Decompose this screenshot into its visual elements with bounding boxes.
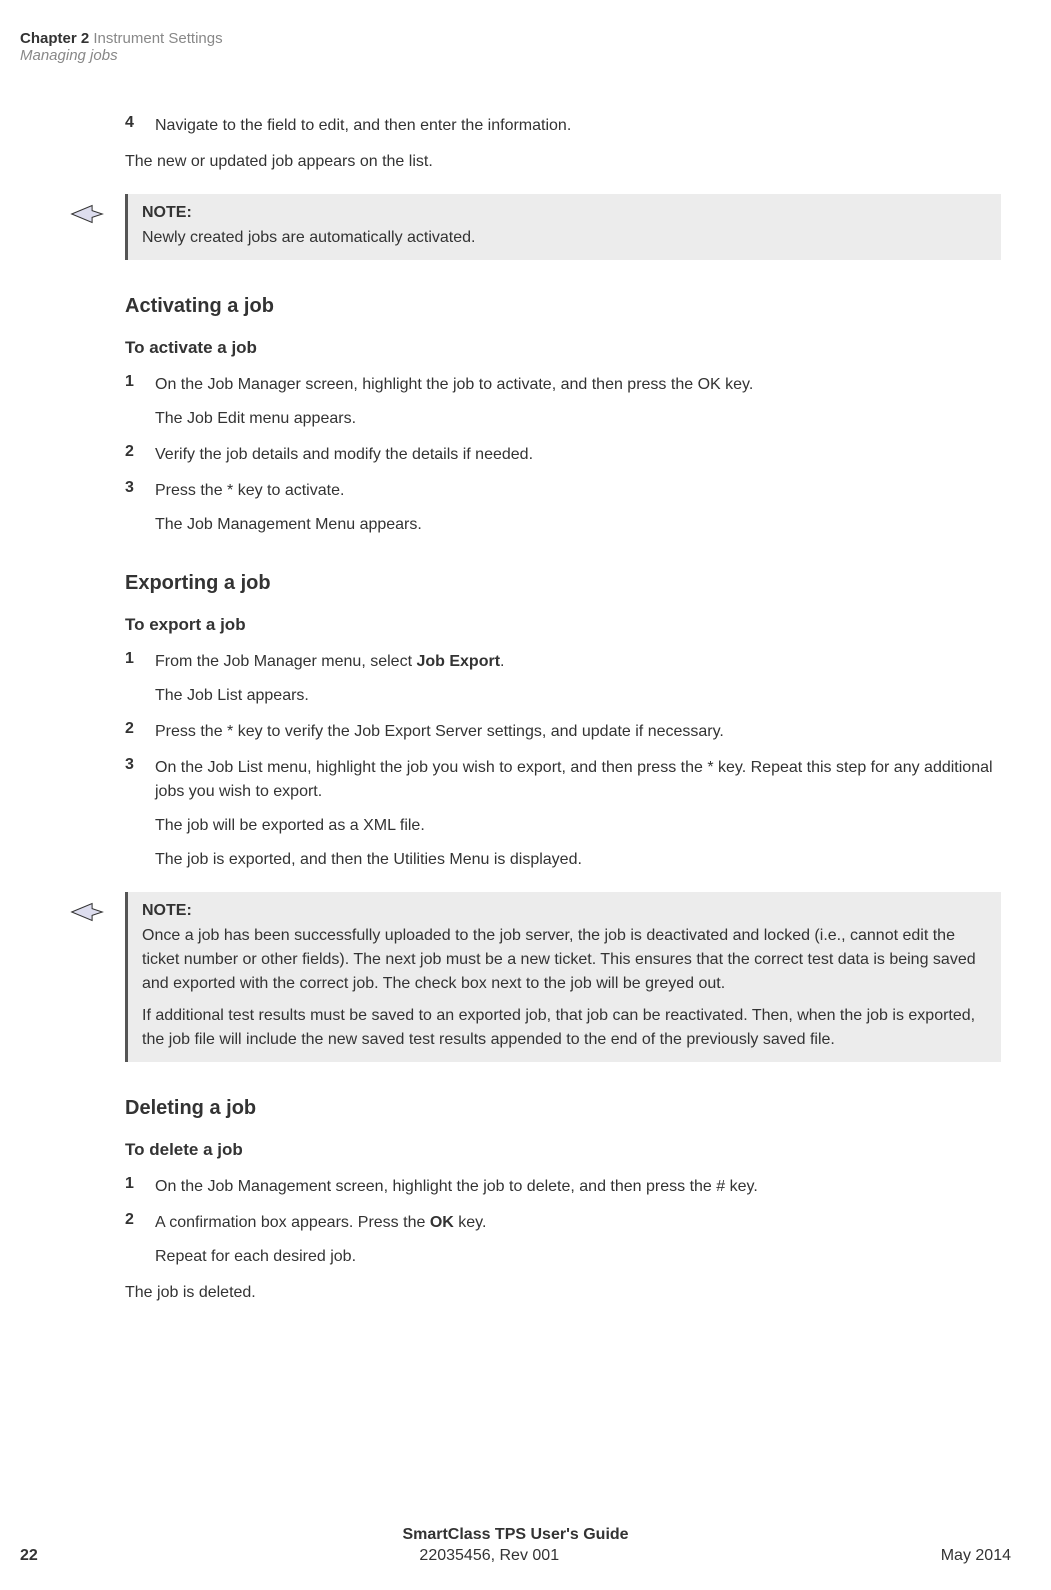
step-text: On the Job List menu, highlight the job … [155, 756, 1001, 804]
note-title: NOTE: [142, 902, 987, 920]
text-bold: OK [430, 1214, 454, 1231]
step-result: Repeat for each desired job. [155, 1245, 1001, 1269]
step-result-2: The job is exported, and then the Utilit… [155, 848, 1001, 872]
step-result: The Job Edit menu appears. [155, 407, 1001, 431]
step-number: 1 [125, 650, 155, 674]
step-number: 2 [125, 1211, 155, 1235]
footer-docnum: 22035456, Rev 001 [419, 1547, 559, 1565]
step-number: 3 [125, 479, 155, 503]
section-heading-deleting: Deleting a job [125, 1097, 1001, 1120]
step-text: Press the * key to activate. [155, 479, 344, 503]
step-number: 2 [125, 443, 155, 467]
sub-heading-export: To export a job [125, 615, 1001, 635]
note-block-2: NOTE: Once a job has been successfully u… [70, 892, 1001, 1062]
sub-heading-activate: To activate a job [125, 338, 1001, 358]
step-text: On the Job Manager screen, highlight the… [155, 373, 753, 397]
export-step-1: 1 From the Job Manager menu, select Job … [125, 650, 1001, 708]
delete-step-2: 2 A confirmation box appears. Press the … [125, 1211, 1001, 1269]
arrow-icon [70, 900, 110, 1062]
step-text: Verify the job details and modify the de… [155, 443, 533, 467]
text-bold: Job Export [416, 653, 500, 670]
result-text: The new or updated job appears on the li… [125, 150, 1001, 174]
chapter-title: Instrument Settings [93, 30, 222, 47]
section-heading-activating: Activating a job [125, 295, 1001, 318]
note-box: NOTE: Newly created jobs are automatical… [125, 194, 1001, 260]
delete-step-1: 1 On the Job Management screen, highligh… [125, 1175, 1001, 1199]
note-body-2: If additional test results must be saved… [142, 1004, 987, 1052]
note-title: NOTE: [142, 204, 987, 222]
step-number: 3 [125, 756, 155, 804]
step-text: A confirmation box appears. Press the OK… [155, 1211, 486, 1235]
note-box: NOTE: Once a job has been successfully u… [125, 892, 1001, 1062]
step-4: 4 Navigate to the field to edit, and the… [125, 114, 1001, 138]
note-body: Newly created jobs are automatically act… [142, 226, 987, 250]
step-number: 1 [125, 1175, 155, 1199]
page-footer: SmartClass TPS User's Guide 22 22035456,… [20, 1526, 1011, 1565]
note-body-1: Once a job has been successfully uploade… [142, 924, 987, 996]
step-number: 4 [125, 114, 155, 138]
text-post: . [500, 653, 504, 670]
activate-step-3: 3 Press the * key to activate. The Job M… [125, 479, 1001, 537]
step-text: On the Job Management screen, highlight … [155, 1175, 758, 1199]
delete-result: The job is deleted. [125, 1281, 1001, 1305]
text-post: key. [454, 1214, 487, 1231]
footer-page-number: 22 [20, 1547, 38, 1565]
activate-step-2: 2 Verify the job details and modify the … [125, 443, 1001, 467]
step-text: Press the * key to verify the Job Export… [155, 720, 724, 744]
chapter-line: Chapter 2 Instrument Settings [20, 30, 1011, 47]
text-pre: A confirmation box appears. Press the [155, 1214, 430, 1231]
step-text: From the Job Manager menu, select Job Ex… [155, 650, 504, 674]
sub-heading-delete: To delete a job [125, 1140, 1001, 1160]
activate-step-1: 1 On the Job Manager screen, highlight t… [125, 373, 1001, 431]
step-result: The job will be exported as a XML file. [155, 814, 1001, 838]
step-result: The Job List appears. [155, 684, 1001, 708]
export-step-3: 3 On the Job List menu, highlight the jo… [125, 756, 1001, 872]
footer-date: May 2014 [941, 1547, 1011, 1565]
note-block-1: NOTE: Newly created jobs are automatical… [70, 194, 1001, 260]
text-pre: From the Job Manager menu, select [155, 653, 416, 670]
footer-title: SmartClass TPS User's Guide [20, 1526, 1011, 1544]
arrow-icon [70, 202, 110, 260]
export-step-2: 2 Press the * key to verify the Job Expo… [125, 720, 1001, 744]
section-italic: Managing jobs [20, 47, 1011, 64]
step-number: 2 [125, 720, 155, 744]
page-content: 4 Navigate to the field to edit, and the… [125, 114, 1001, 1305]
footer-row: 22 22035456, Rev 001 May 2014 [20, 1547, 1011, 1565]
section-heading-exporting: Exporting a job [125, 572, 1001, 595]
chapter-bold: Chapter 2 [20, 30, 89, 47]
step-text: Navigate to the field to edit, and then … [155, 114, 571, 138]
step-result: The Job Management Menu appears. [155, 513, 1001, 537]
step-number: 1 [125, 373, 155, 397]
page-header: Chapter 2 Instrument Settings Managing j… [20, 30, 1011, 64]
